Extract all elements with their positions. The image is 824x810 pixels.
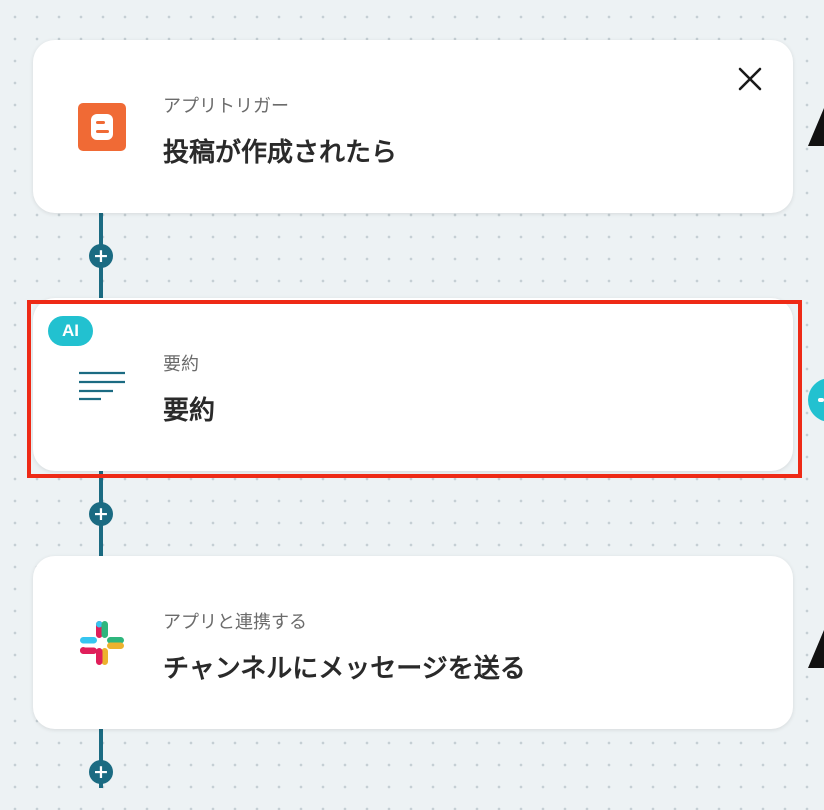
step-title: チャンネルにメッセージを送る [163,654,526,684]
warning-icon [808,108,824,146]
add-step-button[interactable]: + [89,502,113,526]
close-icon[interactable] [735,64,765,94]
workflow-canvas: + + + アプリトリガー 投稿が作成されたら 要約 要約 AI アプリと連携す… [0,0,824,810]
step-title: 投稿が作成されたら [163,138,398,168]
side-action-button[interactable] [808,378,824,422]
slack-icon [80,621,124,665]
blogger-icon [78,103,126,151]
ai-badge: AI [48,316,93,346]
step-card-trigger[interactable]: アプリトリガー 投稿が作成されたら [33,40,793,213]
warning-icon [808,630,824,668]
add-step-button[interactable]: + [89,244,113,268]
step-subtitle: アプリトリガー [163,96,289,117]
step-subtitle: アプリと連携する [163,612,307,633]
step-card-slack[interactable]: アプリと連携する チャンネルにメッセージを送る [33,556,793,729]
selection-highlight [27,300,802,478]
add-step-button[interactable]: + [89,760,113,784]
